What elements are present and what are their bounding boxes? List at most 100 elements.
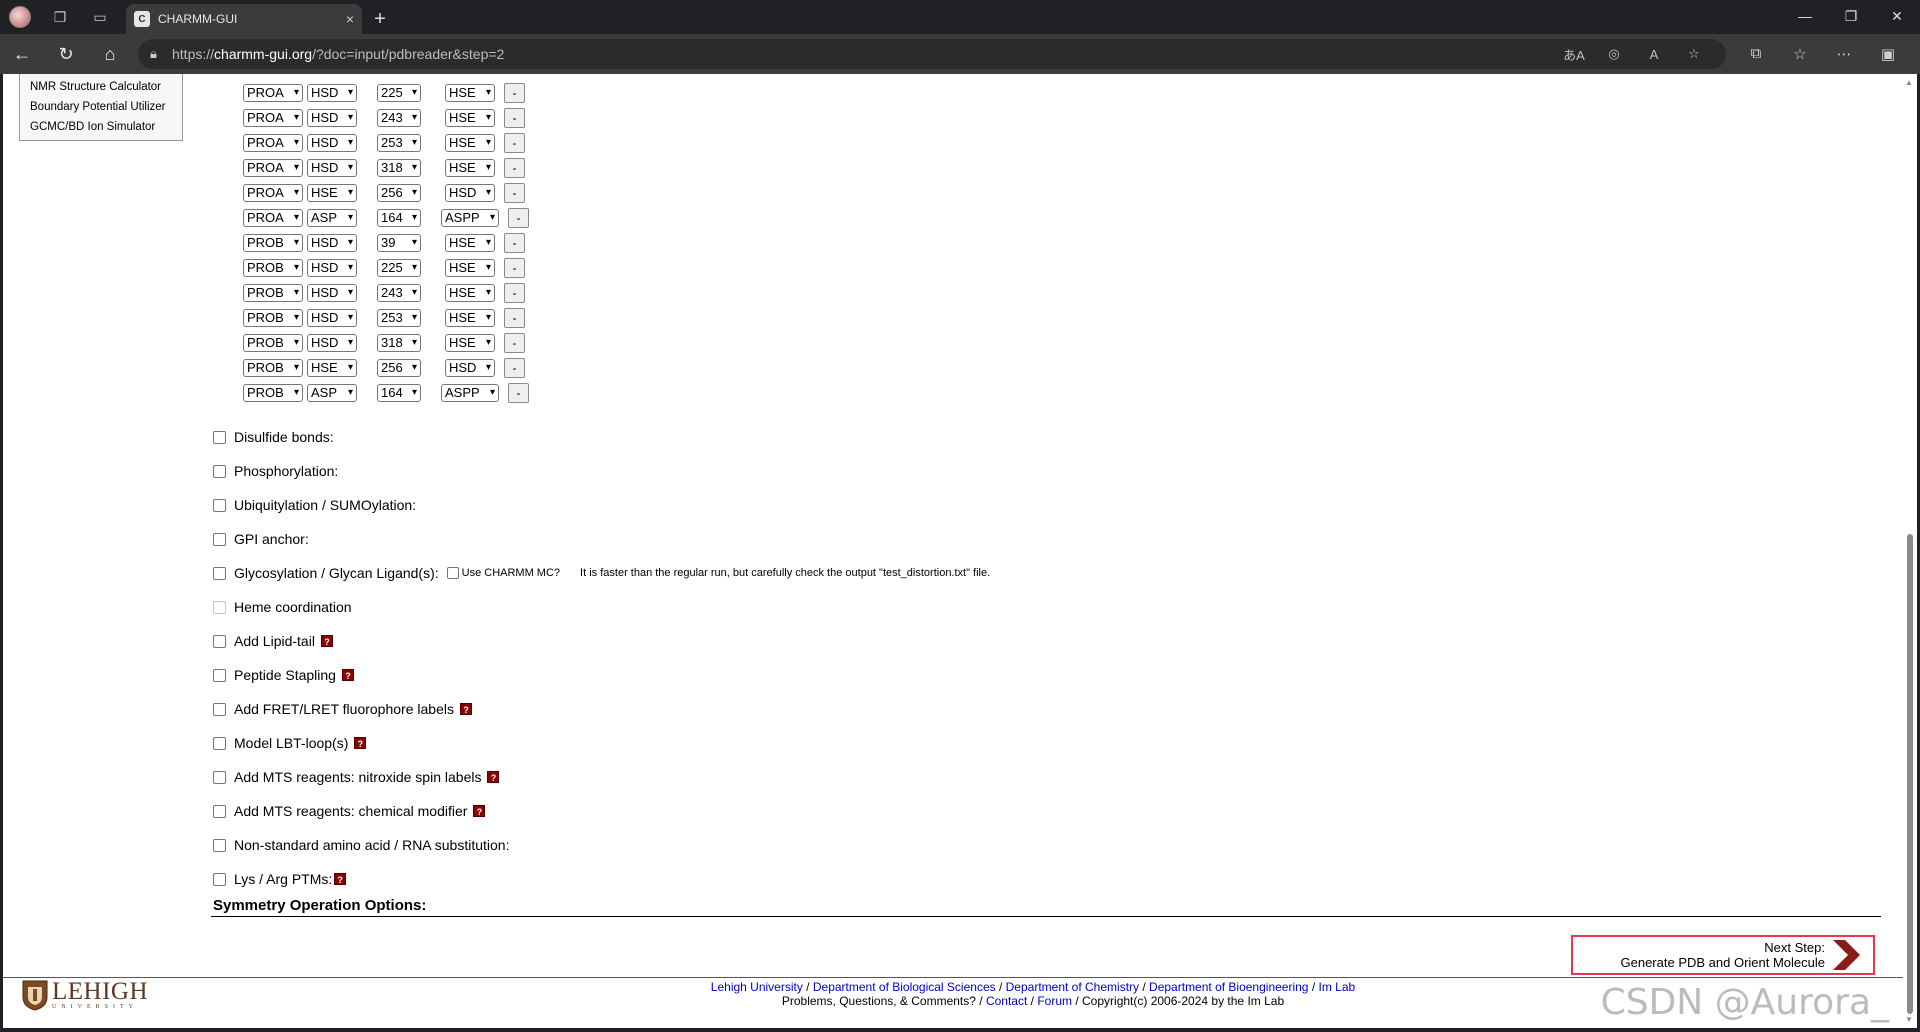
residue-select[interactable]: ASP ▾ <box>307 208 357 227</box>
residue-select[interactable]: HSD ▾ <box>307 83 357 102</box>
link-im-lab[interactable]: Im Lab <box>1319 980 1356 994</box>
residue-select[interactable]: HSD ▾ <box>307 108 357 127</box>
remove-residue-button[interactable]: - <box>504 132 525 153</box>
residue-select[interactable]: HSD ▾ <box>307 333 357 352</box>
tab-close-icon[interactable]: × <box>346 11 354 27</box>
help-icon[interactable]: ? <box>320 635 333 647</box>
refresh-icon[interactable]: ↻ <box>44 34 88 74</box>
workspaces-icon[interactable]: ❐ <box>40 0 80 34</box>
help-icon[interactable]: ? <box>354 737 367 749</box>
residue-select[interactable]: HSD ▾ <box>307 308 357 327</box>
segment-select[interactable]: PROB ▾ <box>243 308 303 327</box>
new-residue-select[interactable]: HSE ▾ <box>445 108 495 127</box>
resid-select[interactable]: 39 ▾ <box>377 233 421 252</box>
profile-avatar[interactable] <box>0 0 40 34</box>
remove-residue-button[interactable]: - <box>504 82 525 103</box>
new-tab-button[interactable]: + <box>362 4 398 34</box>
resid-select[interactable]: 243 ▾ <box>377 283 421 302</box>
new-residue-select[interactable]: HSD ▾ <box>445 183 495 202</box>
segment-select[interactable]: PROA ▾ <box>243 108 303 127</box>
link-biological-sciences[interactable]: Department of Biological Sciences <box>813 980 996 994</box>
resid-select[interactable]: 318 ▾ <box>377 158 421 177</box>
extensions-icon[interactable]: ⧉ <box>1734 45 1778 63</box>
address-bar[interactable]: 🔒︎ https://charmm-gui.org/?doc=input/pdb… <box>138 39 1726 69</box>
help-icon[interactable]: ? <box>334 873 347 885</box>
resid-select[interactable]: 164 ▾ <box>377 208 421 227</box>
remove-residue-button[interactable]: - <box>504 357 525 378</box>
symmetry-options-heading[interactable]: Symmetry Operation Options: <box>213 897 426 914</box>
resid-select[interactable]: 256 ▾ <box>377 358 421 377</box>
new-residue-select[interactable]: ASPP ▾ <box>441 208 499 227</box>
link-bioengineering[interactable]: Department of Bioengineering <box>1149 980 1308 994</box>
link-chemistry[interactable]: Department of Chemistry <box>1006 980 1139 994</box>
read-aloud-icon[interactable]: A <box>1634 47 1674 62</box>
resid-select[interactable]: 253 ▾ <box>377 133 421 152</box>
fret-checkbox[interactable] <box>213 702 226 716</box>
tab-actions-icon[interactable]: ▭ <box>80 0 120 34</box>
residue-select[interactable]: HSE ▾ <box>307 358 357 377</box>
mts-spin-checkbox[interactable] <box>213 770 226 784</box>
resid-select[interactable]: 225 ▾ <box>377 83 421 102</box>
remove-residue-button[interactable]: - <box>504 107 525 128</box>
favorite-star-icon[interactable]: ☆ <box>1674 46 1714 62</box>
link-contact[interactable]: Contact <box>986 994 1027 1008</box>
lys-arg-checkbox[interactable] <box>213 872 226 886</box>
glycosylation-checkbox[interactable] <box>213 566 226 580</box>
help-icon[interactable]: ? <box>487 771 500 783</box>
segment-select[interactable]: PROA ▾ <box>243 83 303 102</box>
scroll-thumb[interactable] <box>1907 534 1913 1014</box>
lehigh-logo[interactable]: LEHIGH UNIVERSITY <box>22 979 148 1011</box>
link-lehigh[interactable]: Lehigh University <box>711 980 803 994</box>
new-residue-select[interactable]: HSD ▾ <box>445 358 495 377</box>
segment-select[interactable]: PROA ▾ <box>243 133 303 152</box>
scroll-up-icon[interactable]: ▲ <box>1905 78 1913 87</box>
stapling-checkbox[interactable] <box>213 668 226 682</box>
favorites-icon[interactable]: ☆ <box>1778 45 1822 63</box>
next-step-button[interactable]: Next Step: Generate PDB and Orient Molec… <box>1571 935 1875 975</box>
close-window-button[interactable]: ✕ <box>1874 0 1920 32</box>
restore-button[interactable]: ❐ <box>1828 0 1874 32</box>
new-residue-select[interactable]: HSE ▾ <box>445 283 495 302</box>
mts-chem-checkbox[interactable] <box>213 804 226 818</box>
segment-select[interactable]: PROA ▾ <box>243 158 303 177</box>
resid-select[interactable]: 256 ▾ <box>377 183 421 202</box>
segment-select[interactable]: PROB ▾ <box>243 333 303 352</box>
menu-item-boundary[interactable]: Boundary Potential Utilizer <box>20 97 182 117</box>
tab-charmm-gui[interactable]: C CHARMM-GUI × <box>126 4 362 34</box>
new-residue-select[interactable]: HSE ▾ <box>445 133 495 152</box>
site-info-icon[interactable]: 🔒︎ <box>150 46 172 62</box>
residue-select[interactable]: HSD ▾ <box>307 258 357 277</box>
lipid-tail-checkbox[interactable] <box>213 634 226 648</box>
new-residue-select[interactable]: HSE ▾ <box>445 333 495 352</box>
help-icon[interactable]: ? <box>341 669 354 681</box>
back-icon[interactable]: ← <box>0 34 44 74</box>
new-residue-select[interactable]: HSE ▾ <box>445 83 495 102</box>
residue-select[interactable]: HSD ▾ <box>307 158 357 177</box>
translate-icon[interactable]: あA <box>1554 45 1594 64</box>
remove-residue-button[interactable]: - <box>504 307 525 328</box>
nonstandard-checkbox[interactable] <box>213 838 226 852</box>
remove-residue-button[interactable]: - <box>504 157 525 178</box>
scroll-down-icon[interactable]: ▼ <box>1905 1015 1913 1024</box>
remove-residue-button[interactable]: - <box>508 382 529 403</box>
segment-select[interactable]: PROB ▾ <box>243 283 303 302</box>
lbt-checkbox[interactable] <box>213 736 226 750</box>
remove-residue-button[interactable]: - <box>504 182 525 203</box>
help-icon[interactable]: ? <box>473 805 486 817</box>
new-residue-select[interactable]: HSE ▾ <box>445 158 495 177</box>
tracking-icon[interactable]: ◎ <box>1594 46 1634 62</box>
remove-residue-button[interactable]: - <box>504 282 525 303</box>
phosphorylation-checkbox[interactable] <box>213 464 226 478</box>
residue-select[interactable]: HSD ▾ <box>307 233 357 252</box>
remove-residue-button[interactable]: - <box>508 207 529 228</box>
use-charmm-mc-checkbox[interactable] <box>446 567 459 579</box>
resid-select[interactable]: 318 ▾ <box>377 333 421 352</box>
menu-item-gcmc[interactable]: GCMC/BD Ion Simulator <box>20 117 182 137</box>
residue-select[interactable]: HSD ▾ <box>307 283 357 302</box>
remove-residue-button[interactable]: - <box>504 332 525 353</box>
disulfide-checkbox[interactable] <box>213 430 226 444</box>
new-residue-select[interactable]: HSE ▾ <box>445 233 495 252</box>
segment-select[interactable]: PROB ▾ <box>243 358 303 377</box>
new-residue-select[interactable]: HSE ▾ <box>445 258 495 277</box>
page-scrollbar[interactable]: ▲ ▼ <box>1903 74 1917 1028</box>
